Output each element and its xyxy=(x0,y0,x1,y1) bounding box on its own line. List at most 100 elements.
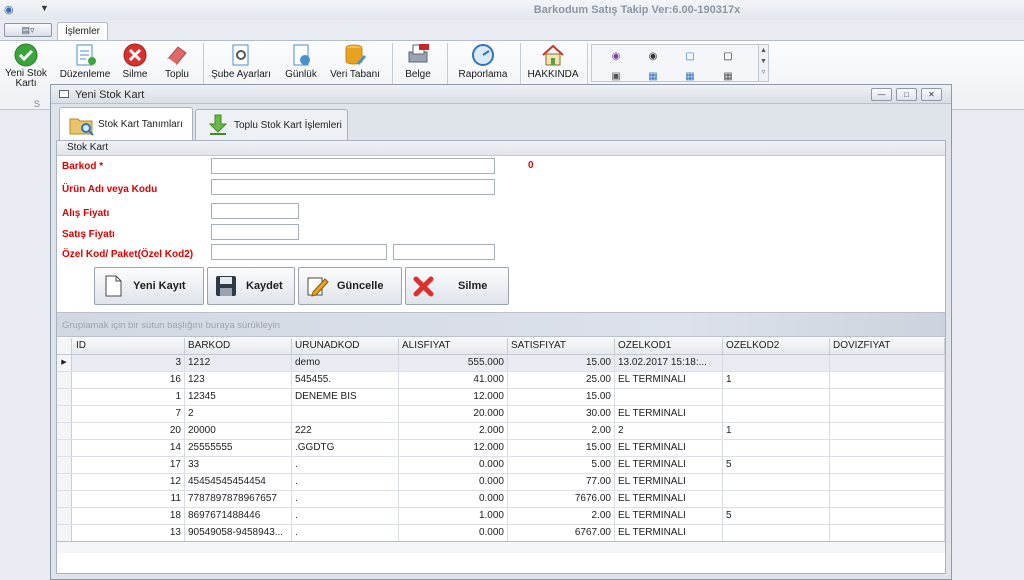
network-icon[interactable]: ▦ xyxy=(647,71,659,83)
ribbon-veri-tabani-button[interactable]: Veri Tabanı xyxy=(326,43,384,89)
table-row[interactable]: 13 90549058-9458943.... 0.000 6767.00 EL TER… xyxy=(57,525,945,542)
cell-ozelkod2[interactable] xyxy=(723,525,830,541)
row-indicator[interactable] xyxy=(57,372,72,388)
cell-ozelkod1[interactable]: EL TERMINALI xyxy=(615,508,723,524)
cell-urunadkod[interactable] xyxy=(292,406,399,422)
cell-barkod[interactable]: 8697671488446 xyxy=(185,508,292,524)
cell-alisfiyat[interactable]: 1.000 xyxy=(399,508,508,524)
cell-id[interactable]: 7 xyxy=(73,406,185,422)
close-button[interactable]: ✕ xyxy=(921,88,942,101)
cell-ozelkod1[interactable]: 2 xyxy=(615,423,723,439)
cell-ozelkod1[interactable]: 13.02.2017 15:18:... xyxy=(615,355,723,371)
cell-id[interactable]: 20 xyxy=(73,423,185,439)
ozel-kod2-input[interactable] xyxy=(393,244,495,260)
cell-satisfiyat[interactable]: 15.00 xyxy=(508,389,615,405)
table-row[interactable]: 18 8697671488446. 1.000 2.00 EL TERMINALI 5 xyxy=(57,508,945,525)
cell-dovizfiyat[interactable] xyxy=(830,440,945,456)
cell-ozelkod2[interactable]: 5 xyxy=(723,457,830,473)
table-row[interactable]: 1 12345 DENEME BIS 12.000 15.00 xyxy=(57,389,945,406)
cell-ozelkod1[interactable]: EL TERMINALI xyxy=(615,372,723,388)
server-icon[interactable]: ▦ xyxy=(722,71,734,83)
cell-satisfiyat[interactable]: 7676.00 xyxy=(508,491,615,507)
window-titlebar[interactable]: Yeni Stok Kart — □ ✕ xyxy=(51,85,951,104)
cell-alisfiyat[interactable]: 2.000 xyxy=(399,423,508,439)
cell-dovizfiyat[interactable] xyxy=(830,406,945,422)
cell-alisfiyat[interactable]: 0.000 xyxy=(399,525,508,541)
cell-id[interactable]: 12 xyxy=(73,474,185,490)
cell-ozelkod2[interactable] xyxy=(723,440,830,456)
ribbon-silme-button[interactable]: Silme xyxy=(117,43,153,89)
cell-satisfiyat[interactable]: 15.00 xyxy=(508,355,615,371)
cell-ozelkod2[interactable] xyxy=(723,389,830,405)
table-row[interactable]: 7 2 20.000 30.00 EL TERMINALI xyxy=(57,406,945,423)
table-row[interactable]: 17 33. 0.000 5.00 EL TERMINALI 5 xyxy=(57,457,945,474)
ribbon-gunluk-button[interactable]: Günlük xyxy=(280,43,322,89)
column-header-urunadkod[interactable]: URUNADKOD xyxy=(292,338,399,354)
cell-barkod[interactable]: 1212 xyxy=(185,355,292,371)
table-row[interactable]: 20 20000 222 2.000 2.00 2 1 xyxy=(57,423,945,440)
window-icon[interactable]: ▣ xyxy=(610,71,622,83)
gallery-scroll-control[interactable]: ▲ ▼ ▿ xyxy=(758,45,768,81)
cell-barkod[interactable]: 25555555 xyxy=(185,440,292,456)
cell-alisfiyat[interactable]: 0.000 xyxy=(399,491,508,507)
ribbon-yeni-stok-karti-button[interactable]: Yeni Stok Kartı xyxy=(3,43,49,89)
minimize-button[interactable]: — xyxy=(871,88,892,101)
column-header-ozelkod1[interactable]: OZELKOD1 xyxy=(615,338,723,354)
urun-adi-input[interactable] xyxy=(211,179,495,195)
cell-satisfiyat[interactable]: 5.00 xyxy=(508,457,615,473)
column-header-satisfiyat[interactable]: SATISFIYAT xyxy=(508,338,615,354)
cell-barkod[interactable]: 20000 xyxy=(185,423,292,439)
cell-id[interactable]: 3 xyxy=(73,355,185,371)
row-indicator[interactable] xyxy=(57,508,72,524)
cell-satisfiyat[interactable]: 77.00 xyxy=(508,474,615,490)
cell-ozelkod2[interactable] xyxy=(723,355,830,371)
cell-urunadkod[interactable]: .GGDTG xyxy=(292,440,399,456)
ozel-kod-input[interactable] xyxy=(211,244,387,260)
cell-ozelkod1[interactable]: EL TERMINALI xyxy=(615,457,723,473)
office-blue-icon[interactable]: ▢ xyxy=(684,51,696,63)
cell-ozelkod2[interactable] xyxy=(723,491,830,507)
cell-satisfiyat[interactable]: 15.00 xyxy=(508,440,615,456)
cell-alisfiyat[interactable]: 555.000 xyxy=(399,355,508,371)
cell-barkod[interactable]: 2 xyxy=(185,406,292,422)
row-indicator[interactable] xyxy=(57,423,72,439)
row-indicator[interactable] xyxy=(57,525,72,541)
maximize-button[interactable]: □ xyxy=(896,88,917,101)
ribbon-sube-ayarlari-button[interactable]: Şube Ayarları xyxy=(208,43,274,89)
cell-ozelkod2[interactable] xyxy=(723,406,830,422)
cell-ozelkod1[interactable]: EL TERMINALI xyxy=(615,525,723,541)
alis-fiyati-input[interactable] xyxy=(211,203,299,219)
guncelle-button[interactable]: Güncelle xyxy=(298,267,402,305)
cell-alisfiyat[interactable]: 12.000 xyxy=(399,389,508,405)
ribbon-gallery[interactable]: ◉ ◉ ▢ ▢ ▣ ▦ ▦ ▦ ▲ ▼ ▿ xyxy=(591,44,769,82)
cell-urunadkod[interactable]: demo xyxy=(292,355,399,371)
cell-id[interactable]: 1 xyxy=(73,389,185,405)
cell-satisfiyat[interactable]: 30.00 xyxy=(508,406,615,422)
app-menu-button[interactable]: ▤▿ xyxy=(4,23,52,37)
cell-urunadkod[interactable]: . xyxy=(292,457,399,473)
table-row[interactable]: 12 45454545454454. 0.000 77.00 EL TERMINALI xyxy=(57,474,945,491)
cell-dovizfiyat[interactable] xyxy=(830,423,945,439)
cell-satisfiyat[interactable]: 25.00 xyxy=(508,372,615,388)
cell-dovizfiyat[interactable] xyxy=(830,389,945,405)
cell-ozelkod2[interactable]: 1 xyxy=(723,372,830,388)
row-indicator[interactable] xyxy=(57,491,72,507)
cell-barkod[interactable]: 12345 xyxy=(185,389,292,405)
cell-id[interactable]: 18 xyxy=(73,508,185,524)
cell-id[interactable]: 16 xyxy=(73,372,185,388)
column-header-ozelkod2[interactable]: OZELKOD2 xyxy=(723,338,830,354)
cell-dovizfiyat[interactable] xyxy=(830,525,945,541)
cell-id[interactable]: 11 xyxy=(73,491,185,507)
cell-satisfiyat[interactable]: 6767.00 xyxy=(508,525,615,541)
table-row[interactable]: 16 123 545455. 41.000 25.00 EL TERMINALI 1 xyxy=(57,372,945,389)
row-indicator[interactable] xyxy=(57,389,72,405)
ribbon-belge-button[interactable]: Belge xyxy=(398,43,438,89)
cell-ozelkod1[interactable] xyxy=(615,389,723,405)
ribbon-hakkinda-button[interactable]: HAKKINDA xyxy=(525,43,581,89)
cell-urunadkod[interactable]: 222 xyxy=(292,423,399,439)
onenote-icon[interactable]: ◉ xyxy=(610,51,622,63)
cell-alisfiyat[interactable]: 20.000 xyxy=(399,406,508,422)
cell-ozelkod1[interactable]: EL TERMINALI xyxy=(615,440,723,456)
cell-dovizfiyat[interactable] xyxy=(830,372,945,388)
cell-barkod[interactable]: 123 xyxy=(185,372,292,388)
